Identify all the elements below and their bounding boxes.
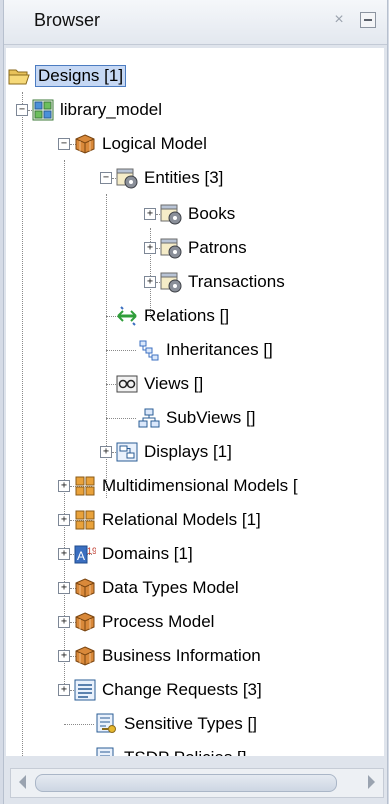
expand-toggle[interactable]: + <box>100 446 112 458</box>
svg-text:A: A <box>77 549 85 563</box>
display-diagram-icon <box>116 442 138 462</box>
tree-node-label: Displays [1] <box>144 442 232 461</box>
cube-icon <box>75 612 95 632</box>
tree-node-label: library_model <box>60 100 163 119</box>
tree-node-label: Patrons <box>188 238 247 257</box>
tree-node-label: Data Types Model <box>102 578 239 597</box>
tree-node-designs[interactable]: Designs [1] <box>8 62 127 90</box>
sensitive-key-icon <box>96 713 116 733</box>
tree-node-label: Logical Model <box>102 134 207 153</box>
tree-node-subviews[interactable]: SubViews [] <box>138 404 255 432</box>
tree-node-label: Relational Models [1] <box>102 510 261 529</box>
scrollbar-thumb[interactable] <box>35 774 337 792</box>
tree-node-label: Entities [3] <box>144 168 224 187</box>
entity-gear-icon <box>160 238 182 259</box>
tree-view[interactable]: − − − + + + + + + + + + + + Designs [1] <box>6 48 384 756</box>
tree-node-process-model[interactable]: Process Model <box>74 608 214 636</box>
tree-node-label: Views [] <box>144 374 204 393</box>
tree-node-label: Inheritances [] <box>166 340 273 359</box>
relational-grid-icon <box>75 510 95 530</box>
tree-node-label: TSDP Policies [] <box>124 748 247 756</box>
tree-node-label: Sensitive Types [] <box>124 714 257 733</box>
tree-node-library-model[interactable]: library_model <box>32 96 162 124</box>
tree-node-logical-model[interactable]: Logical Model <box>74 130 207 158</box>
expand-toggle[interactable]: + <box>58 480 70 492</box>
tree-node-label: Domains [1] <box>102 544 193 563</box>
expand-toggle[interactable]: + <box>58 514 70 526</box>
tree-node-multidimensional-models[interactable]: Multidimensional Models [ <box>74 472 298 500</box>
view-glasses-icon <box>116 375 138 393</box>
panel-header: Browser × <box>4 0 387 45</box>
tree-node-domains[interactable]: A 19 Domains [1] <box>74 540 193 568</box>
entity-gear-icon <box>160 272 182 293</box>
tree-connector <box>106 350 136 351</box>
tree-node-label: Transactions <box>188 272 285 291</box>
minimize-icon[interactable] <box>360 12 376 28</box>
collapse-toggle[interactable]: − <box>100 172 112 184</box>
expand-toggle[interactable]: + <box>144 276 156 288</box>
tree-node-views[interactable]: Views [] <box>116 370 203 398</box>
svg-text:19: 19 <box>87 546 96 556</box>
browser-panel: Browser × − − − + + + + + + + + + + + De… <box>3 0 388 804</box>
close-icon[interactable]: × <box>330 10 348 30</box>
tree-node-relational-models[interactable]: Relational Models [1] <box>74 506 261 534</box>
expand-toggle[interactable]: + <box>144 242 156 254</box>
hierarchy-icon <box>139 340 159 361</box>
cube-icon <box>75 134 95 154</box>
panel-title: Browser <box>34 10 101 30</box>
tree-node-label: SubViews [] <box>166 408 256 427</box>
expand-toggle[interactable]: + <box>58 684 70 696</box>
tree-node-transactions[interactable]: Transactions <box>160 268 285 296</box>
tree-node-sensitive-types[interactable]: Sensitive Types [] <box>96 710 257 738</box>
tree-node-label: Relations [] <box>144 306 230 325</box>
tree-node-label: Change Requests [3] <box>102 680 262 699</box>
horizontal-scrollbar[interactable] <box>10 768 384 798</box>
design-model-icon <box>32 99 54 121</box>
tree-node-patrons[interactable]: Patrons <box>160 234 247 262</box>
tree-node-label: Multidimensional Models [ <box>102 476 298 495</box>
relation-arrows-icon <box>117 306 137 326</box>
cube-icon <box>75 646 95 666</box>
tree-node-tsdp-policies[interactable]: TSDP Policies [] <box>96 744 247 756</box>
expand-toggle[interactable]: + <box>58 616 70 628</box>
expand-toggle[interactable]: + <box>58 582 70 594</box>
tree-node-relations[interactable]: Relations [] <box>116 302 229 330</box>
entity-gear-icon <box>160 204 182 225</box>
tree-connector <box>106 418 136 419</box>
scroll-right-arrow-icon[interactable] <box>368 775 375 789</box>
scroll-left-arrow-icon[interactable] <box>19 775 26 789</box>
tree-node-books[interactable]: Books <box>160 200 235 228</box>
tree-node-label: Designs [1] <box>34 65 127 87</box>
cube-icon <box>75 578 95 598</box>
change-request-list-icon <box>74 679 96 701</box>
entity-gear-icon <box>116 168 138 189</box>
tree-node-label: Books <box>188 204 236 223</box>
multidimensional-grid-icon <box>75 476 95 496</box>
subview-diagram-icon <box>138 408 160 428</box>
tree-node-displays[interactable]: Displays [1] <box>116 438 232 466</box>
collapse-toggle[interactable]: − <box>16 104 28 116</box>
domain-az-icon: A 19 <box>74 545 96 564</box>
tree-node-entities[interactable]: Entities [3] <box>116 164 223 192</box>
policy-shield-icon <box>96 747 114 756</box>
expand-toggle[interactable]: + <box>58 650 70 662</box>
tree-connector <box>22 92 23 756</box>
expand-toggle[interactable]: + <box>58 548 70 560</box>
tree-node-inheritances[interactable]: Inheritances [] <box>138 336 273 364</box>
folder-open-icon <box>8 69 30 85</box>
tree-node-label: Process Model <box>102 612 215 631</box>
expand-toggle[interactable]: + <box>144 208 156 220</box>
tree-node-data-types-model[interactable]: Data Types Model <box>74 574 239 602</box>
tree-connector <box>64 724 94 725</box>
tree-node-business-information[interactable]: Business Information <box>74 642 261 670</box>
tree-node-change-requests[interactable]: Change Requests [3] <box>74 676 262 704</box>
collapse-toggle[interactable]: − <box>58 138 70 150</box>
tree-node-label: Business Information <box>102 646 261 665</box>
